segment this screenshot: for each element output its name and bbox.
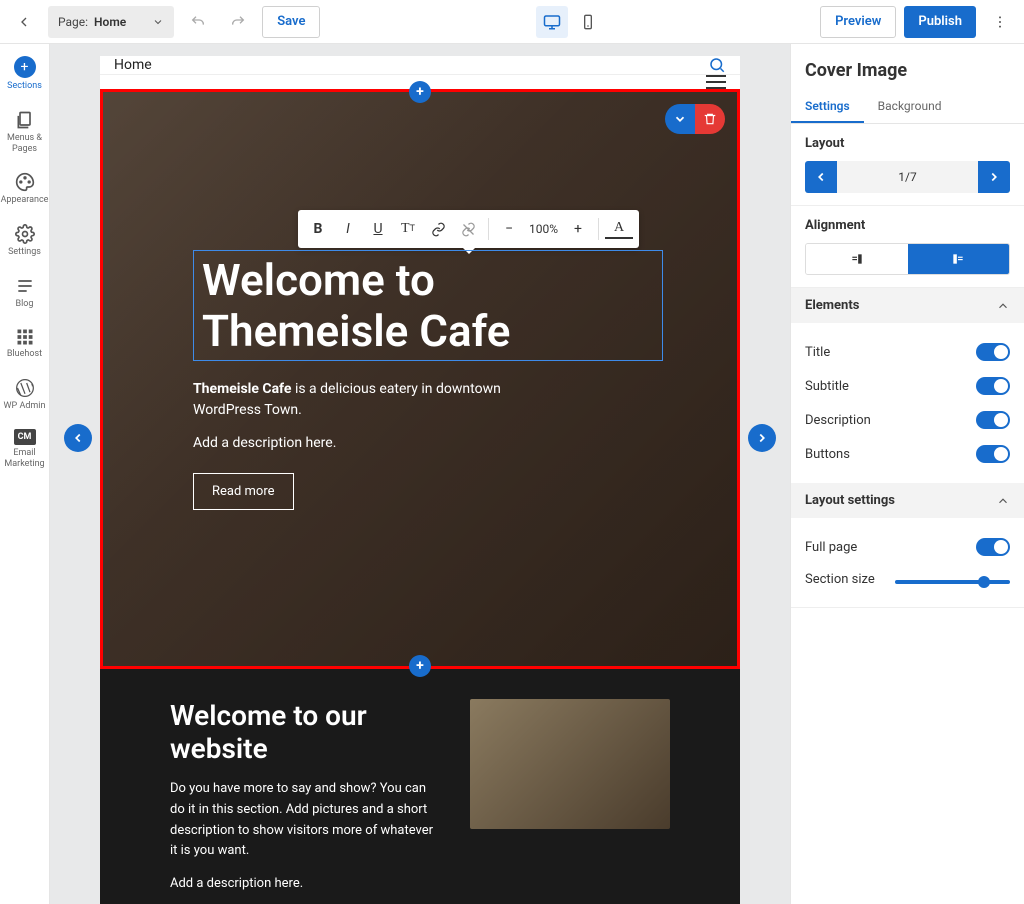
cover-title-line2: Themeisle Cafe (202, 306, 654, 357)
switch-buttons[interactable] (976, 445, 1010, 463)
section-size-row: Section size (805, 564, 1010, 595)
section-delete-button[interactable] (695, 104, 725, 134)
tab-settings[interactable]: Settings (791, 91, 864, 123)
left-rail: + Sections Menus & Pages Appearance Sett… (0, 44, 50, 904)
undo-button[interactable] (182, 6, 214, 38)
layout-counter: 1/7 (837, 170, 978, 184)
preview-button[interactable]: Preview (820, 6, 896, 38)
align-right-button[interactable] (806, 244, 908, 274)
wordpress-icon (15, 378, 35, 398)
section-size-slider[interactable] (895, 580, 1010, 584)
below-section[interactable]: Welcome to our website Do you have more … (100, 669, 740, 904)
layout-settings-accordion[interactable]: Layout settings (791, 483, 1024, 518)
below-p1: Do you have more to say and show? You ca… (170, 779, 440, 862)
zoom-value: 100% (525, 222, 562, 236)
cover-content: Welcome to Themeisle Cafe Themeisle Cafe… (193, 250, 663, 510)
switch-description[interactable] (976, 411, 1010, 429)
page-label: Page: (58, 15, 88, 29)
hamburger-icon[interactable] (706, 75, 726, 89)
rail-menus-pages[interactable]: Menus & Pages (0, 110, 49, 155)
pages-icon (15, 110, 35, 130)
textsize-button[interactable]: TT (394, 215, 422, 243)
mobile-view-button[interactable] (572, 6, 604, 38)
alignment-group (805, 243, 1010, 275)
site-title: Home (114, 57, 152, 73)
below-p2: Add a description here. (170, 874, 440, 895)
panel-title: Cover Image (791, 44, 1024, 91)
rail-sections[interactable]: + Sections (0, 56, 49, 92)
rail-blog[interactable]: Blog (0, 276, 49, 310)
underline-button[interactable]: U (364, 215, 392, 243)
cover-description[interactable]: Add a description here. (193, 435, 663, 451)
palette-icon (15, 172, 35, 192)
textcolor-button[interactable]: A (605, 219, 633, 239)
switch-fullpage[interactable] (976, 538, 1010, 556)
page-selector[interactable]: Page: Home (48, 6, 174, 38)
desktop-view-button[interactable] (536, 6, 568, 38)
canvas-header: Home (100, 56, 740, 75)
elements-accordion[interactable]: Elements (791, 288, 1024, 323)
add-above-handle[interactable]: + (409, 81, 431, 103)
save-button[interactable]: Save (262, 6, 320, 38)
unlink-button[interactable] (454, 215, 482, 243)
viewport-toggle (536, 6, 604, 38)
canvas-frame: Home + + (100, 56, 740, 904)
text-toolbar: B I U TT − 100% + A (298, 210, 639, 248)
rail-bluehost[interactable]: Bluehost (0, 328, 49, 360)
add-below-handle[interactable]: + (409, 655, 431, 677)
lines-icon (15, 276, 35, 296)
topbar: Page: Home Save Preview Publish (0, 0, 1024, 44)
switch-title[interactable] (976, 343, 1010, 361)
bold-button[interactable]: B (304, 215, 332, 243)
redo-button[interactable] (222, 6, 254, 38)
layout-prev-button[interactable] (805, 161, 837, 193)
rail-email-marketing[interactable]: CM Email Marketing (0, 429, 49, 470)
cover-subtitle[interactable]: Themeisle Cafe is a delicious eatery in … (193, 379, 553, 421)
alignment-label: Alignment (805, 218, 1010, 233)
search-icon[interactable] (708, 56, 726, 74)
link-button[interactable] (424, 215, 452, 243)
toggle-title: Title (805, 335, 1010, 369)
canvas-area: Home + + (50, 44, 790, 904)
zoom-in-button[interactable]: + (564, 215, 592, 243)
cover-readmore-button[interactable]: Read more (193, 473, 294, 510)
toggle-subtitle: Subtitle (805, 369, 1010, 403)
toggle-fullpage: Full page (805, 530, 1010, 564)
layout-next-button[interactable] (978, 161, 1010, 193)
below-title: Welcome to our website (170, 699, 440, 765)
cover-title-line1: Welcome to (202, 255, 654, 306)
section-actions (665, 104, 725, 134)
layout-label: Layout (805, 136, 1010, 151)
toggle-description: Description (805, 403, 1010, 437)
next-section-button[interactable] (748, 424, 776, 452)
grid-icon (16, 328, 34, 346)
layout-nav: 1/7 (805, 161, 1010, 193)
plus-circle-icon: + (14, 56, 36, 78)
below-image (470, 699, 670, 829)
right-panel: Cover Image Settings Background Layout 1… (790, 44, 1024, 904)
align-left-button[interactable] (908, 244, 1010, 274)
section-expand-button[interactable] (665, 104, 695, 134)
page-name: Home (94, 15, 126, 29)
rail-settings[interactable]: Settings (0, 224, 49, 258)
back-button[interactable] (8, 6, 40, 38)
cm-icon: CM (14, 429, 36, 445)
rail-appearance[interactable]: Appearance (0, 172, 49, 206)
panel-tabs: Settings Background (791, 91, 1024, 124)
switch-subtitle[interactable] (976, 377, 1010, 395)
prev-section-button[interactable] (64, 424, 92, 452)
publish-button[interactable]: Publish (904, 6, 976, 38)
italic-button[interactable]: I (334, 215, 362, 243)
rail-wp-admin[interactable]: WP Admin (0, 378, 49, 412)
zoom-out-button[interactable]: − (495, 215, 523, 243)
toggle-buttons: Buttons (805, 437, 1010, 471)
tab-background[interactable]: Background (864, 91, 956, 123)
more-menu-button[interactable] (984, 6, 1016, 38)
gear-icon (15, 224, 35, 244)
cover-title-box[interactable]: Welcome to Themeisle Cafe (193, 250, 663, 361)
cover-section[interactable]: + + B I U TT (100, 89, 740, 669)
